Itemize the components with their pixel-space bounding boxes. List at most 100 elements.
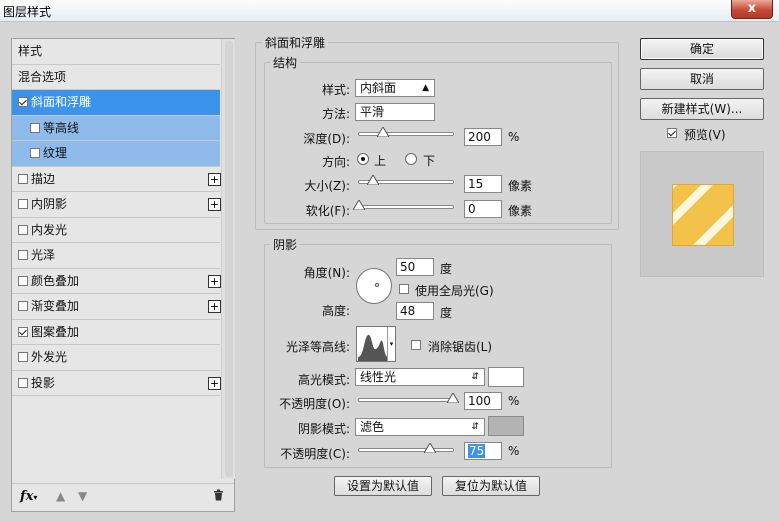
fx-menu-button[interactable]: fx▾ [20, 489, 37, 504]
antialias-label: 消除锯齿(L) [428, 340, 493, 354]
add-effect-icon[interactable]: + [208, 274, 221, 288]
style-item-label: 颜色叠加 [31, 273, 80, 288]
style-item[interactable]: 光泽 [12, 243, 220, 269]
depth-slider[interactable] [358, 127, 454, 137]
angle-dial[interactable] [356, 268, 392, 304]
style-item-label: 纹理 [43, 146, 68, 160]
styles-scrollbar[interactable] [221, 39, 235, 479]
soften-input[interactable]: 0 [464, 200, 502, 218]
direction-down-radio[interactable] [405, 153, 417, 165]
style-item[interactable]: 图案叠加 [12, 319, 220, 345]
angle-input[interactable]: 50 [396, 258, 434, 276]
style-item[interactable]: 样式 [12, 39, 220, 65]
style-item-checkbox[interactable] [18, 275, 28, 286]
highlight-opacity-slider[interactable] [358, 393, 459, 403]
style-item[interactable]: 渐变叠加 + [12, 294, 221, 320]
style-item[interactable]: 斜面和浮雕 [12, 90, 220, 116]
cancel-button[interactable]: 取消 [640, 68, 764, 90]
scrollbar-thumb[interactable] [225, 41, 233, 477]
style-item[interactable]: 内发光 [12, 217, 220, 243]
altitude-label: 高度: [321, 304, 350, 318]
set-default-button[interactable]: 设置为默认值 [334, 476, 432, 496]
preview-swatch-icon [672, 184, 734, 246]
style-item-label: 等高线 [43, 120, 80, 135]
highlight-color-swatch[interactable] [488, 367, 524, 387]
styles-footer: fx▾ ▲ ▼ [12, 483, 234, 511]
style-item-checkbox[interactable] [18, 224, 28, 235]
style-item-checkbox[interactable] [18, 173, 28, 184]
updown-icon: ⇵ [471, 422, 479, 432]
size-input[interactable]: 15 [464, 175, 502, 193]
trash-icon[interactable] [213, 489, 224, 504]
shadow-opacity-thumb[interactable] [423, 443, 436, 453]
depth-slider-thumb[interactable] [376, 127, 389, 137]
chevron-down-icon[interactable]: ▾ [387, 327, 395, 361]
soften-unit: 像素 [508, 204, 533, 218]
style-item-checkbox[interactable] [30, 122, 40, 133]
highlight-mode-select[interactable]: 线性光 ⇵ [355, 368, 485, 386]
style-select[interactable]: 内斜面 ▲ [355, 79, 435, 97]
gloss-contour-label: 光泽等高线: [285, 340, 350, 354]
preview-checkbox[interactable] [667, 128, 677, 138]
size-slider[interactable] [358, 175, 454, 185]
style-item-checkbox[interactable] [18, 377, 28, 388]
add-effect-icon[interactable]: + [208, 376, 221, 390]
style-item-checkbox[interactable] [18, 250, 28, 260]
global-light-checkbox[interactable] [399, 284, 409, 294]
style-item[interactable]: 混合选项 [12, 64, 220, 90]
style-item[interactable]: 纹理 [12, 141, 220, 167]
style-item[interactable]: 描边 + [12, 166, 221, 192]
bevel-emboss-title: 斜面和浮雕 [262, 34, 329, 51]
style-label: 样式: [321, 83, 350, 97]
preview-label: 预览(V) [684, 128, 726, 142]
reset-default-button[interactable]: 复位为默认值 [442, 476, 540, 496]
new-style-button[interactable]: 新建样式(W)... [640, 98, 764, 120]
structure-title: 结构 [270, 54, 301, 71]
style-item-checkbox[interactable] [18, 326, 28, 337]
antialias-checkbox[interactable] [411, 340, 421, 350]
soften-slider-thumb[interactable] [353, 200, 365, 210]
shadow-opacity-slider[interactable] [358, 443, 454, 453]
shadow-mode-label: 阴影模式: [297, 422, 350, 436]
style-item[interactable]: 等高线 [12, 115, 220, 141]
add-effect-icon[interactable]: + [208, 198, 221, 211]
style-item[interactable]: 颜色叠加 + [12, 268, 221, 294]
move-down-icon[interactable]: ▼ [78, 489, 87, 503]
add-effect-icon[interactable]: + [208, 300, 221, 313]
soften-slider[interactable] [353, 200, 454, 210]
soften-label: 软化(F): [305, 204, 350, 218]
style-item[interactable]: 投影 + [12, 370, 221, 396]
style-item-checkbox[interactable] [18, 97, 28, 107]
move-up-icon[interactable]: ▲ [56, 489, 65, 503]
style-item[interactable]: 外发光 [12, 345, 220, 371]
size-slider-thumb[interactable] [367, 175, 380, 185]
size-label: 大小(Z): [304, 179, 350, 193]
highlight-opacity-label: 不透明度(O): [279, 397, 350, 411]
global-light-label: 使用全局光(G) [415, 284, 494, 298]
depth-input[interactable]: 200 [464, 128, 502, 146]
gloss-contour-picker[interactable]: ▾ [356, 326, 396, 362]
add-effect-icon[interactable]: + [208, 172, 221, 186]
technique-label: 方法: [321, 107, 350, 121]
style-item-checkbox[interactable] [18, 301, 28, 311]
altitude-input[interactable]: 48 [396, 302, 434, 320]
close-button[interactable]: x [731, 0, 773, 19]
shadow-mode-select[interactable]: 滤色 ⇵ [355, 418, 485, 436]
ok-button[interactable]: 确定 [640, 38, 764, 60]
highlight-opacity-input[interactable]: 100 [464, 392, 502, 410]
style-item-checkbox[interactable] [18, 199, 28, 209]
direction-label: 方向: [321, 155, 350, 169]
title-bar: 图层样式 x [0, 0, 779, 22]
direction-up-radio[interactable] [357, 153, 369, 165]
angle-dial-indicator-icon [375, 283, 379, 287]
shadow-opacity-input[interactable]: 75 [464, 442, 502, 460]
highlight-opacity-thumb[interactable] [447, 393, 459, 403]
shading-title: 阴影 [270, 236, 301, 253]
style-item[interactable]: 内阴影 + [12, 192, 221, 218]
size-unit: 像素 [508, 179, 533, 193]
style-item-checkbox[interactable] [30, 148, 40, 158]
shadow-color-swatch[interactable] [488, 416, 524, 436]
technique-select[interactable]: 平滑 [355, 103, 435, 121]
style-item-checkbox[interactable] [18, 352, 28, 362]
direction-up-label: 上 [374, 154, 387, 168]
